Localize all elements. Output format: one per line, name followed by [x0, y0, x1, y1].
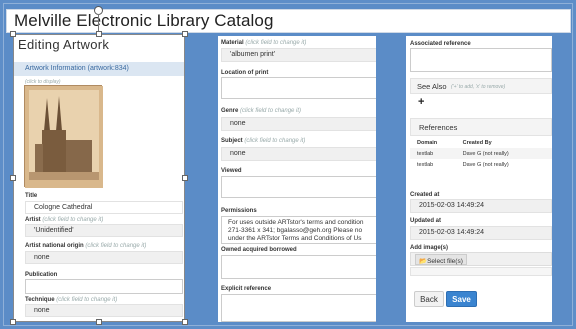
created-field: 2015-02-03 14:49:24 — [410, 199, 552, 213]
updated-label: Updated at — [410, 218, 442, 224]
owned-label: Owned acquired borrowed — [221, 247, 297, 253]
explicit-field[interactable] — [221, 294, 376, 322]
subject-field[interactable]: none — [221, 147, 376, 161]
references-header: References — [410, 118, 552, 136]
back-button[interactable]: Back — [414, 291, 444, 307]
column-header-created-by: Created By — [462, 140, 492, 146]
explicit-label: Explicit reference — [221, 286, 272, 292]
genre-field[interactable]: none — [221, 117, 376, 131]
viewed-label: Viewed — [221, 168, 242, 174]
section-header[interactable]: Artwork Information (artwork:834) — [13, 62, 185, 76]
publication-field[interactable] — [25, 279, 183, 294]
resize-handle-top-left[interactable] — [10, 31, 16, 37]
table-cell: textlab — [417, 161, 434, 168]
artwork-column-3: Associated reference See Also ('+' to ad… — [406, 36, 552, 322]
technique-label: Technique (click field to change it) — [25, 297, 118, 303]
save-button[interactable]: Save — [446, 291, 477, 307]
resize-handle-top[interactable] — [96, 31, 102, 37]
location-field[interactable] — [221, 77, 376, 99]
table-header-row: Domain Created By — [410, 138, 552, 148]
upload-list — [410, 267, 552, 276]
owned-field[interactable] — [221, 255, 376, 279]
artwork-column-1: Editing Artwork Artwork Information (art… — [13, 34, 185, 322]
add-images-label: Add image(s) — [410, 245, 449, 251]
folder-icon: 📂 — [419, 258, 428, 265]
table-row[interactable]: textlab Dave G (not really) — [410, 159, 552, 170]
artist-origin-label: Artist national origin (click field to c… — [25, 243, 147, 249]
material-label: Material (click field to change it) — [221, 40, 307, 46]
select-files-button[interactable]: 📂Select file(s) — [415, 254, 467, 265]
associated-field[interactable] — [410, 48, 552, 72]
permissions-label: Permissions — [221, 208, 257, 214]
viewed-field[interactable] — [221, 176, 376, 198]
resize-handle-bottom-left[interactable] — [10, 319, 16, 325]
file-upload-bar: 📂Select file(s) — [410, 252, 552, 266]
resize-handle-bottom[interactable] — [96, 319, 102, 325]
table-row[interactable]: textlab Dave G (not really) — [410, 148, 552, 159]
title-bar: Melville Electronic Library Catalog — [6, 9, 571, 33]
artist-field[interactable]: 'Unidentified' — [25, 224, 183, 237]
resize-handle-right[interactable] — [182, 175, 188, 181]
subject-label: Subject (click field to change it) — [221, 138, 306, 144]
genre-label: Genre (click field to change it) — [221, 108, 302, 114]
associated-label: Associated reference — [410, 41, 471, 47]
artist-origin-field[interactable]: none — [25, 251, 183, 264]
app-title: Melville Electronic Library Catalog — [14, 11, 274, 30]
see-also-header: See Also ('+' to add, 'x' to remove) — [410, 78, 552, 94]
table-cell: textlab — [417, 150, 434, 157]
technique-field[interactable]: none — [25, 304, 183, 317]
see-also-hint: ('+' to add, 'x' to remove) — [451, 84, 506, 90]
column-header-domain: Domain — [417, 140, 438, 146]
title-field[interactable]: Cologne Cathedral — [25, 201, 183, 214]
resize-handle-left[interactable] — [10, 175, 16, 181]
publication-label: Publication — [25, 272, 58, 278]
table-cell: Dave G (not really) — [462, 150, 509, 157]
updated-field: 2015-02-03 14:49:24 — [410, 226, 552, 240]
artwork-column-2: Material (click field to change it) 'alb… — [218, 36, 376, 322]
resize-handle-top-right[interactable] — [182, 31, 188, 37]
created-label: Created at — [410, 192, 440, 198]
add-see-also-button[interactable]: + — [418, 96, 424, 108]
page-title: Editing Artwork — [18, 37, 110, 52]
artist-label: Artist (click field to change it) — [25, 217, 104, 223]
title-label: Title — [25, 193, 38, 199]
cathedral-photo-icon — [25, 86, 103, 188]
references-label: References — [419, 123, 458, 132]
material-field[interactable]: 'albumen print' — [221, 48, 376, 62]
location-label: Location of print — [221, 70, 269, 76]
permissions-field[interactable]: For uses outside ARTstor's terms and con… — [221, 216, 376, 244]
references-table: Domain Created By textlab Dave G (not re… — [410, 138, 552, 170]
table-cell: Dave G (not really) — [462, 161, 509, 168]
artwork-image[interactable] — [24, 85, 103, 188]
resize-handle-bottom-right[interactable] — [182, 319, 188, 325]
see-also-label: See Also — [417, 82, 447, 91]
